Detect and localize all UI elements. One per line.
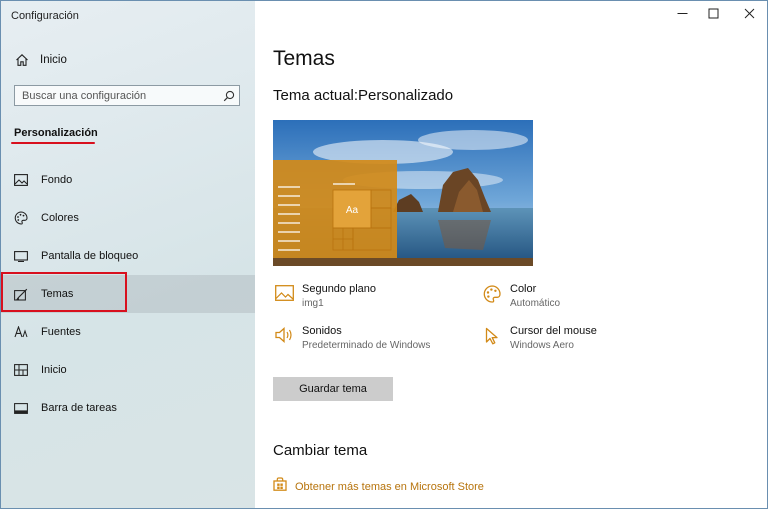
search-icon[interactable] [219, 90, 239, 102]
search-box[interactable] [14, 85, 240, 106]
property-background[interactable]: Segundo plano img1 [273, 283, 376, 309]
sidebar-item-label: Inicio [41, 364, 67, 376]
theme-preview: Aa [273, 120, 533, 266]
property-cursor[interactable]: Cursor del mouse Windows Aero [481, 325, 597, 351]
property-title: Color [510, 283, 537, 295]
property-color[interactable]: Color Automático [481, 283, 560, 309]
sidebar-item-label: Fuentes [41, 326, 81, 338]
page-title: Temas [273, 47, 335, 70]
change-theme-heading: Cambiar tema [273, 442, 368, 459]
sidebar-item-barra-tareas[interactable]: Barra de tareas [1, 389, 255, 427]
sidebar-home-label: Inicio [40, 54, 67, 66]
property-value: img1 [302, 298, 324, 309]
sidebar-item-label: Barra de tareas [41, 402, 117, 414]
font-icon [13, 326, 29, 338]
store-link[interactable]: Obtener más temas en Microsoft Store [273, 477, 484, 496]
main-content: Temas Tema actual:Personalizado Aa Segun… [255, 1, 767, 508]
annotation-highlight-box [1, 272, 127, 312]
sidebar-item-label: Colores [41, 212, 79, 224]
cursor-icon [481, 325, 503, 349]
property-title: Cursor del mouse [510, 325, 597, 337]
sidebar-home[interactable]: Inicio [1, 47, 255, 73]
property-value: Automático [510, 298, 561, 309]
lock-screen-icon [13, 250, 29, 262]
start-tiles-icon [13, 364, 29, 376]
annotation-underline [11, 142, 95, 144]
palette-icon [481, 283, 503, 307]
sidebar-item-inicio[interactable]: Inicio [1, 351, 255, 389]
sidebar-item-colores[interactable]: Colores [1, 199, 255, 237]
property-value: Predeterminado de Windows [302, 340, 431, 351]
property-value: Windows Aero [510, 340, 574, 351]
property-title: Segundo plano [302, 283, 377, 295]
search-input[interactable] [15, 85, 219, 106]
sidebar: Configuración Inicio Personalización Fon… [1, 1, 255, 508]
image-icon [13, 174, 29, 186]
settings-window: Configuración Inicio Personalización Fon… [0, 0, 768, 509]
sidebar-item-fondo[interactable]: Fondo [1, 161, 255, 199]
sidebar-item-label: Fondo [41, 174, 73, 186]
store-link-label[interactable]: Obtener más temas en Microsoft Store [295, 481, 484, 493]
image-icon [273, 283, 295, 307]
app-title: Configuración [11, 10, 79, 22]
sidebar-item-pantalla-bloqueo[interactable]: Pantalla de bloqueo [1, 237, 255, 275]
speaker-icon [273, 325, 295, 349]
preview-tile-label: Aa [346, 205, 359, 216]
section-heading: Personalización [14, 127, 98, 139]
sidebar-item-fuentes[interactable]: Fuentes [1, 313, 255, 351]
taskbar-icon [13, 402, 29, 414]
sidebar-item-label: Pantalla de bloqueo [41, 250, 139, 262]
property-title: Sonidos [302, 325, 342, 337]
palette-icon [13, 211, 29, 225]
property-sounds[interactable]: Sonidos Predeterminado de Windows [273, 325, 430, 351]
save-theme-button[interactable]: Guardar tema [273, 377, 393, 401]
store-bag-icon [273, 477, 287, 496]
home-icon [14, 53, 30, 67]
current-theme-label: Tema actual:Personalizado [273, 87, 454, 104]
